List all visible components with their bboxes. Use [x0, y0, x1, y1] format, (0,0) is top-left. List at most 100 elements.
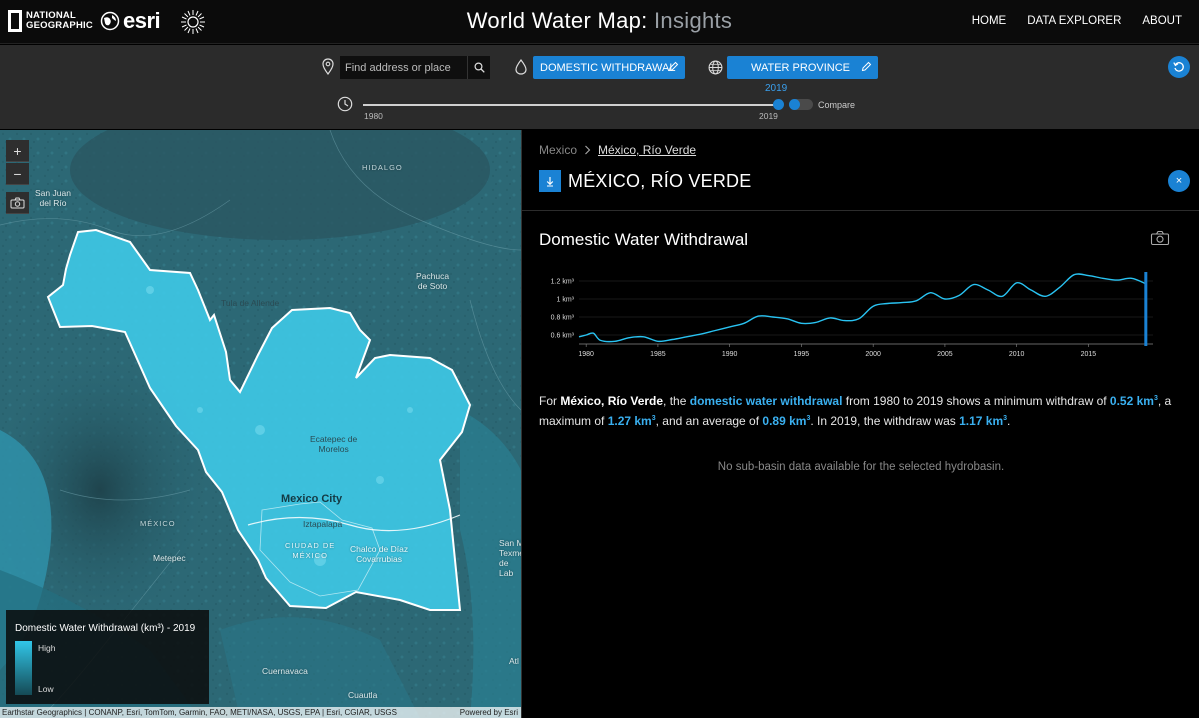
time-slider-handle[interactable] [773, 99, 784, 110]
map-label-pachuca-2: de Soto [417, 281, 448, 291]
refresh-icon [1173, 62, 1184, 72]
time-slider-track[interactable] [363, 104, 780, 106]
map-label-san-juan: San Juan [35, 188, 71, 198]
chart-series-line [578, 273, 1147, 343]
legend-high-label: High [38, 643, 56, 653]
compare-toggle[interactable] [789, 99, 813, 110]
chart-x-tick-label: 2000 [865, 351, 881, 358]
clock-icon [337, 96, 353, 112]
breadcrumb-parent[interactable]: Mexico [539, 143, 577, 157]
summary-min: 0.52 km3 [1109, 394, 1158, 408]
map-label-mexico-state: MÉXICO [140, 519, 176, 528]
search-input[interactable] [340, 56, 467, 79]
map-label-ciudad: CIUDAD DE [285, 541, 336, 550]
chart-x-tick-label: 2010 [1009, 351, 1025, 358]
withdrawal-line-chart[interactable]: 0.6 km³ 0.8 km³ 1 km³ 1.2 km³ 1980 1985 1990 19… [539, 268, 1173, 368]
summary-max: 1.27 km3 [607, 414, 656, 428]
map-label-atl: Atl [509, 656, 519, 666]
indicator-label: DOMESTIC WITHDRAWAL [540, 61, 676, 74]
app-header: NATIONAL GEOGRAPHIC esri World Water Map… [0, 0, 1199, 44]
toggle-knob [789, 99, 800, 110]
chart-y-tick-label: 0.8 km³ [551, 315, 575, 322]
search-icon [473, 62, 485, 73]
map-label-chalco-2: Covarrubias [356, 554, 402, 564]
pencil-icon [668, 61, 679, 72]
indicator-select-button[interactable]: DOMESTIC WITHDRAWAL [533, 56, 685, 79]
breadcrumb-current[interactable]: México, Río Verde [598, 143, 696, 157]
map-view[interactable]: + − HIDALGO San Juan del Río Tula de All… [0, 130, 521, 718]
summary-avg: 0.89 km3 [762, 414, 811, 428]
download-button[interactable] [539, 170, 561, 192]
nav-about[interactable]: ABOUT [1142, 15, 1182, 27]
chart-x-tick-label: 1980 [578, 351, 594, 358]
water-drop-icon [515, 59, 527, 75]
attribution-text[interactable]: Earthstar Geographics | CONANP, Esri, To… [2, 708, 397, 717]
map-label-tula: Tula de Allende [221, 298, 280, 308]
summary-metric: domestic water withdrawal [689, 394, 843, 408]
details-panel: Mexico México, Río Verde MÉXICO, RÍO VER… [521, 130, 1199, 718]
legend-title: Domestic Water Withdrawal (km³) - 2019 [15, 623, 196, 634]
map-label-san-m: San M [499, 538, 521, 548]
powered-by-esri[interactable]: Powered by Esri [460, 707, 518, 718]
toolbar: DOMESTIC WITHDRAWAL WATER PROVINCE 2019 … [0, 45, 1199, 129]
chart-x-tick-label: 1995 [794, 351, 810, 358]
map-label-iztapalapa: Iztapalapa [303, 519, 343, 529]
map-label-ciudad-2: MÉXICO [292, 551, 328, 560]
legend-low-label: Low [38, 684, 54, 694]
slider-end-label: 2019 [759, 111, 778, 121]
summary-region: México, Río Verde [560, 394, 664, 408]
map-label-pachuca: Pachuca [416, 271, 450, 281]
download-icon [546, 176, 554, 186]
pencil-icon [861, 61, 872, 72]
map-label-ecatepec-2: Morelos [318, 444, 349, 454]
chevron-right-icon [585, 145, 591, 155]
globe-icon [708, 60, 723, 75]
map-label-hidalgo: HIDALGO [362, 163, 403, 172]
slider-start-label: 1980 [364, 111, 383, 121]
map-label-san-m-2: Texme [499, 548, 521, 558]
chart-x-tick-label: 1990 [722, 351, 738, 358]
region-type-select-button[interactable]: WATER PROVINCE [727, 56, 878, 79]
map-label-san-juan-2: del Río [39, 198, 67, 208]
no-subbasin-message: No sub-basin data available for the sele… [717, 461, 1005, 473]
chart-y-tick-label: 1.2 km³ [551, 279, 575, 286]
location-pin-icon [322, 58, 334, 75]
chart-x-tick-label: 1985 [650, 351, 666, 358]
reset-button[interactable] [1168, 56, 1190, 78]
summary-text: For México, Río Verde, the domestic wate… [539, 394, 1172, 428]
screenshot-button[interactable] [6, 192, 29, 214]
camera-icon [1150, 230, 1170, 246]
chart-y-tick-label: 0.6 km³ [551, 333, 575, 340]
region-title: MÉXICO, RÍO VERDE [568, 171, 752, 191]
search-box [340, 56, 490, 79]
map-label-cuernavaca: Cuernavaca [262, 666, 308, 676]
chart-x-tick-label: 2015 [1081, 351, 1097, 358]
camera-icon [10, 197, 25, 208]
map-attribution: Earthstar Geographics | CONANP, Esri, To… [0, 707, 521, 718]
app-title-main: World Water Map: [466, 8, 648, 33]
region-type-label: WATER PROVINCE [751, 61, 851, 74]
zoom-out-button[interactable]: − [6, 163, 29, 185]
zoom-in-button[interactable]: + [6, 140, 29, 162]
map-label-cuautla: Cuautla [348, 690, 378, 700]
slider-year-label: 2019 [765, 83, 788, 94]
legend-color-ramp [15, 641, 32, 695]
nav-home[interactable]: HOME [972, 15, 1007, 27]
map-label-mexico-city: Mexico City [281, 493, 343, 505]
close-icon: × [1175, 175, 1183, 187]
map-label-metepec: Metepec [153, 553, 186, 563]
app-title-accent: Insights [654, 8, 733, 33]
top-nav: HOME DATA EXPLORER ABOUT [972, 15, 1182, 27]
map-label-chalco: Chalco de Díaz [350, 544, 409, 554]
chart-screenshot-button[interactable] [1150, 230, 1170, 251]
chart-current-year-marker [1144, 272, 1148, 346]
close-button[interactable]: × [1168, 170, 1190, 192]
breadcrumb: Mexico México, Río Verde [539, 143, 696, 157]
map-legend: Domestic Water Withdrawal (km³) - 2019 H… [6, 610, 209, 704]
search-button[interactable] [467, 56, 490, 79]
map-label-san-m-3: de Lab [499, 558, 514, 578]
nav-data-explorer[interactable]: DATA EXPLORER [1027, 15, 1121, 27]
compare-label: Compare [818, 100, 856, 110]
chart-y-tick-label: 1 km³ [557, 297, 575, 304]
panel-divider [522, 210, 1199, 211]
